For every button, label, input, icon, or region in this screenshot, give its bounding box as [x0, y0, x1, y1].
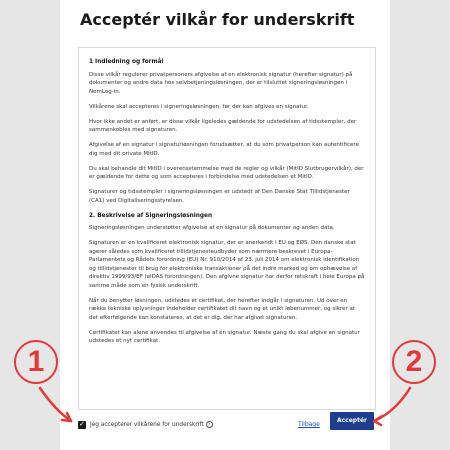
checkmark-icon: ✓ [79, 420, 85, 428]
terms-paragraph: Certifikatet kan alene anvendes til afgi… [89, 329, 360, 345]
terms-paragraph: Hvor ikke andet er anført, er disse vilk… [89, 118, 357, 134]
info-icon[interactable]: ? [205, 421, 213, 428]
terms-paragraph: Når du benytter løsningen, udstedes et c… [89, 297, 356, 321]
accept-terms-label-text: Jeg accepterer vilkårene for underskrift [90, 422, 204, 428]
section-heading: 1 Indledning og formål [89, 59, 164, 65]
section-heading: 2. Beskrivelse af Signeringsløsningen [89, 212, 213, 219]
back-link[interactable]: Tilbage [298, 420, 320, 430]
terms-paragraph: Vilkårene skal accepteres i signeringslø… [89, 103, 309, 110]
accept-button[interactable]: Acceptér [330, 412, 374, 430]
accept-terms-checkbox[interactable]: ✓ [78, 420, 86, 429]
dialog-footer: ✓ Jeg accepterer vilkårene for underskri… [78, 412, 374, 442]
terms-paragraph: Du skal behandle dit MitID i overensstem… [89, 165, 364, 181]
terms-scroll-area[interactable]: 1 Indledning og formål Disse vilkår regu… [78, 47, 376, 410]
accept-terms-label[interactable]: Jeg accepterer vilkårene for underskrift… [90, 420, 213, 430]
terms-paragraph: Signaturen er en kvalificeret elektronis… [89, 240, 365, 289]
terms-paragraph: Disse vilkår regulerer privatpersoners a… [89, 71, 353, 95]
dialog-title: Acceptér vilkår for underskrift [80, 10, 355, 29]
annotation-marker-2: 2 [392, 340, 436, 384]
terms-paragraph: Signeringsløsningen understøtter afgivel… [89, 225, 335, 231]
terms-content: 1 Indledning og formål Disse vilkår regu… [79, 48, 375, 409]
terms-paragraph: Signaturer og tidsstempler i signeringsl… [89, 189, 350, 204]
terms-paragraph: Afgivelse af en signatur i signaturløsni… [89, 142, 359, 157]
annotation-marker-1: 1 [14, 340, 58, 384]
